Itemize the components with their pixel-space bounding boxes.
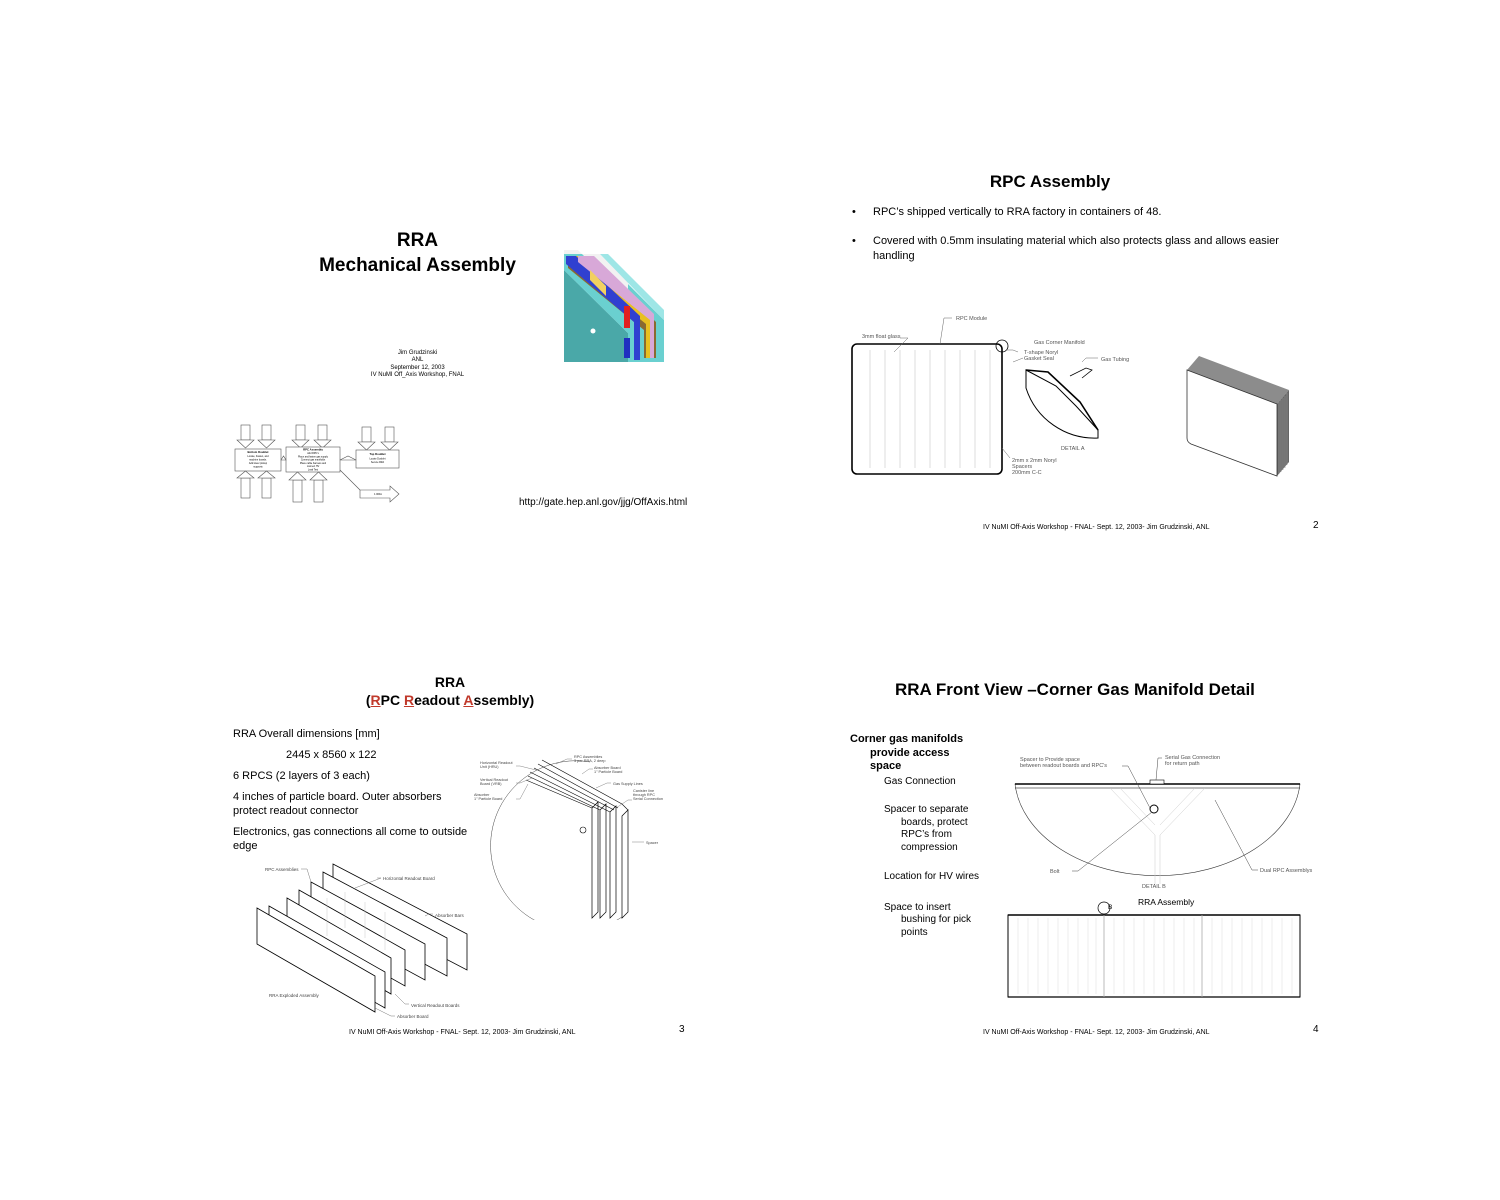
slide-4-heading: Corner gas manifolds provide access spac…: [850, 733, 990, 774]
label-d-vertical-2: Board (VRB): [480, 782, 502, 786]
slide-2-footer: IV NuMI Off-Axis Workshop - FNAL- Sept. …: [983, 524, 1210, 531]
flowchart-box-left-title: Bottom Doublet: [248, 450, 269, 454]
label-detail-a: DETAIL A: [1061, 446, 1085, 452]
label-exploded-assembly: RRA Exploded Assembly: [269, 993, 320, 998]
slide-1-title-line1: RRA: [396, 230, 439, 251]
slide-4-text: Corner gas manifolds provide access spac…: [850, 733, 990, 939]
rpc-stack-3d-image: [1186, 356, 1289, 477]
slide-4-title: RRA Front View –Corner Gas Manifold Deta…: [895, 680, 1255, 699]
label-d-gas-supply: Gas Supply Lines: [613, 782, 643, 786]
slide-1-title-line2: Mechanical Assembly: [319, 255, 516, 276]
corner-manifold-detail-drawing: Spacer to Provide space between readout …: [1014, 755, 1313, 890]
slide-2-bullets: • RPC’s shipped vertically to RRA factor…: [852, 205, 1282, 278]
slide-3-title-line1: RRA: [434, 674, 466, 690]
flowchart-box-left-line: supports: [253, 466, 263, 469]
title-word-part: ssembly): [473, 692, 535, 708]
particle-text: 4 inches of particle board. Outer absorb…: [233, 791, 442, 817]
label-gas-corner-manifold: Gas Corner Manifold: [1034, 340, 1085, 346]
slide-1-title: RRA Mechanical Assembly: [280, 228, 555, 278]
label-float-glass: 3mm float glass: [862, 334, 901, 340]
acronym-letter-r: R: [403, 692, 415, 708]
title-word-part: eadout: [414, 692, 464, 708]
slide-2-title: RPC Assembly: [989, 172, 1111, 191]
label-spacer-line-2: between readout boards and RPC's: [1020, 763, 1107, 769]
bullet-text: RPC’s shipped vertically to RRA factory …: [873, 206, 1162, 218]
electronics-text: Electronics, gas connections all come to…: [233, 826, 468, 852]
acronym-letter-a: A: [463, 692, 474, 708]
label-d-spacer: Spacer: [646, 841, 659, 845]
dims-value: 2445 x 8560 x 122: [286, 749, 377, 761]
rra-edge-detail-drawing: RPC Assemblies 3 per RRA, 2 deep Absorbe…: [474, 755, 663, 920]
label-rpc-module: RPC Module: [956, 316, 987, 322]
slide-4-footer: IV NuMI Off-Axis Workshop - FNAL- Sept. …: [983, 1029, 1210, 1036]
label-absorber-board: Absorber Board: [397, 1014, 429, 1019]
rra-exploded-drawing: RPC Assemblies Horizontal Readout Board …: [256, 863, 468, 1019]
rra-cutaway-image: [564, 250, 664, 362]
slide-1: RRA Mechanical Assembly Jim Grudzinski A…: [0, 0, 750, 600]
slide-3-page-number: 3: [679, 1024, 685, 1035]
title-word-part: PC: [380, 692, 404, 708]
label-rpc-assemblies: RPC Assemblies: [265, 867, 299, 872]
detail-marker-b: B: [1108, 904, 1112, 911]
rpcs-text: 6 RPCS (2 layers of 3 each): [233, 770, 370, 782]
flowchart-box-right-title: Top Doublet: [369, 452, 385, 456]
event-name: IV NuMI Off_Axis Workshop, FNAL: [370, 371, 465, 378]
bullet-icon: •: [852, 235, 856, 247]
label-dual-rpc: Dual RPC Assemblys: [1260, 868, 1313, 874]
heading-line: Corner gas manifolds: [850, 733, 964, 745]
list-item: Gas Connection: [884, 775, 956, 787]
flowchart-box-right-line: Secure RRA: [371, 461, 385, 464]
rpc-module-drawing: RPC Module 3mm float glass Gas Corner Ma…: [851, 316, 1129, 476]
slide-3-title: RRA (RPC Readout Assembly): [300, 673, 600, 709]
heading-line: provide access: [870, 746, 950, 759]
label-d-canister-3: Serial Connection: [633, 797, 663, 801]
label-horizontal-readout: Horizontal Readout Board: [383, 876, 435, 881]
list-item: • Covered with 0.5mm insulating material…: [852, 234, 1282, 264]
label-gasket-line-2: Gasket Seal: [1024, 356, 1054, 362]
author-block: Jim Grudzinski ANL September 12, 2003 IV…: [330, 350, 505, 379]
bullet-text: Covered with 0.5mm insulating material w…: [873, 235, 1279, 262]
label-bolt: Bolt: [1050, 869, 1060, 875]
label-serial-line-2: for return path: [1165, 761, 1200, 767]
acronym-letter-r: R: [370, 692, 381, 708]
bullet-icon: •: [852, 206, 856, 218]
label-detail-b: DETAIL B: [1142, 884, 1166, 890]
slide-4-page-number: 4: [1313, 1024, 1319, 1035]
dims-label: RRA Overall dimensions [mm]: [233, 728, 380, 740]
slide-2-page-number: 2: [1313, 520, 1319, 531]
rra-front-view-drawing: B: [1007, 901, 1301, 998]
list-item: • RPC’s shipped vertically to RRA factor…: [852, 205, 1282, 220]
label-absorber-bars: Absorber Bars: [435, 913, 465, 918]
label-gas-tubing: Gas Tubing: [1101, 357, 1129, 363]
slide-3-footer: IV NuMI Off-Axis Workshop - FNAL- Sept. …: [349, 1029, 576, 1036]
reference-url[interactable]: http://gate.hep.anl.gov/jjg/OffAxis.html: [519, 497, 687, 508]
slide-3-text: RRA Overall dimensions [mm] 2445 x 8560 …: [233, 727, 468, 860]
slide-3-title-line2: (RPC Readout Assembly): [300, 691, 600, 709]
presentation-date: September 12, 2003: [390, 364, 445, 371]
list-item: Space to insert bushing for pick points: [884, 901, 972, 938]
label-d-absorber-2: 1" Particle Board: [474, 797, 502, 801]
label-spacers-line-3: 200mm C-C: [1012, 470, 1042, 476]
heading-line: space: [870, 760, 902, 772]
label-d-absorber-board-2: 1" Particle Board: [594, 770, 622, 774]
author-name: Jim Grudzinski: [397, 350, 438, 356]
flowchart-box-mid-title: RPC Assembly: [303, 448, 323, 452]
flowchart-box-mid-line: Leak Test: [308, 469, 319, 472]
label-d-horizontal-2: Unit (HRU): [480, 765, 499, 769]
list-item: Location for HV wires: [884, 871, 980, 882]
list-item: Spacer to separate boards, protect RPC’s…: [884, 804, 969, 853]
author-affiliation: ANL: [411, 357, 424, 364]
flowchart-arrow-label: 1 RRA: [374, 492, 382, 496]
label-vertical-readout: Vertical Readout Boards: [411, 1003, 460, 1008]
assembly-flowchart: Bottom Doublet Locate, Fasten, and machi…: [234, 424, 400, 503]
label-d-rpc-assemblies-2: 3 per RRA, 2 deep: [574, 759, 605, 763]
